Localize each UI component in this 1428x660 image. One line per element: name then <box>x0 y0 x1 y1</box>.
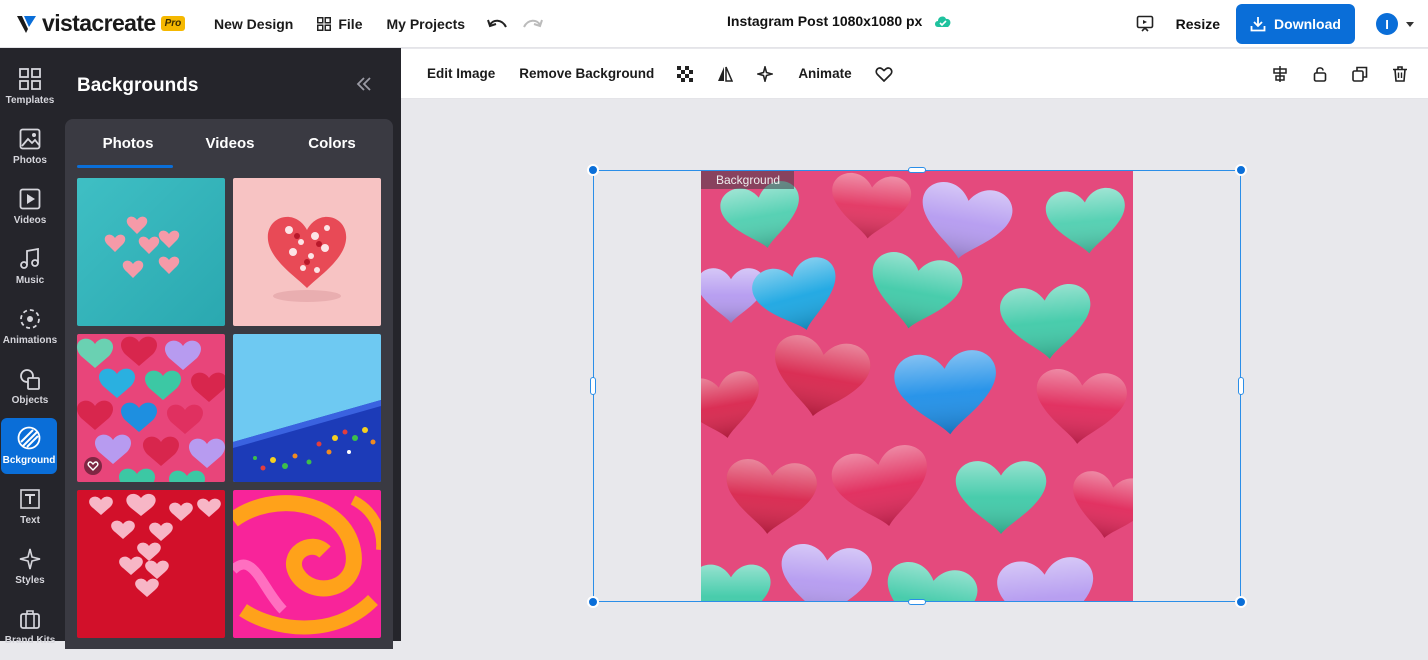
resize-button[interactable]: Resize <box>1176 16 1220 32</box>
sidebar-item-label: Templates <box>5 95 55 106</box>
photos-icon <box>19 128 41 150</box>
tab-colors[interactable]: Colors <box>281 119 383 167</box>
resize-handle-top[interactable] <box>908 167 926 173</box>
sidebar-item-label: Photos <box>13 155 47 166</box>
new-design-menu[interactable]: New Design <box>214 16 293 32</box>
sidebar-item-label: Styles <box>15 575 45 586</box>
tab-photos[interactable]: Photos <box>77 119 179 168</box>
objects-icon <box>20 369 40 390</box>
sidebar-item-background[interactable]: Bckground <box>1 418 57 474</box>
panel-title: Backgrounds <box>77 75 199 96</box>
thumb-foil-chocolate-hearts[interactable] <box>77 334 225 482</box>
resize-handle-bottom[interactable] <box>908 599 926 605</box>
templates-icon <box>19 68 41 90</box>
collapse-panel-icon[interactable] <box>356 76 372 92</box>
resize-handle-top-left[interactable] <box>587 164 599 176</box>
transparency-icon <box>677 65 694 82</box>
redo-icon[interactable] <box>521 17 544 31</box>
favorite-button[interactable] <box>875 66 893 82</box>
trash-icon[interactable] <box>1392 65 1408 82</box>
thumb-blue-sprinkles[interactable] <box>233 334 381 482</box>
styles-icon <box>19 548 41 570</box>
resize-handle-bottom-left[interactable] <box>587 596 599 608</box>
download-icon <box>1250 17 1266 32</box>
resize-handle-left[interactable] <box>590 377 596 395</box>
duplicate-icon[interactable] <box>1352 66 1368 82</box>
history-controls <box>487 17 544 31</box>
panel-tabs: Photos Videos Colors <box>77 119 383 168</box>
align-icon[interactable] <box>1272 65 1288 82</box>
sidebar-item-label: Music <box>15 275 45 286</box>
download-button[interactable]: Download <box>1236 4 1355 44</box>
thumb-pink-hearts-on-teal[interactable] <box>77 178 225 326</box>
music-icon <box>20 248 39 269</box>
my-projects-menu[interactable]: My Projects <box>386 16 465 32</box>
transparency-button[interactable] <box>677 65 694 82</box>
sidebar-item-brand-kits[interactable]: Brand Kits <box>0 600 60 660</box>
tab-videos[interactable]: Videos <box>179 119 281 167</box>
sidebar-item-music[interactable]: Music <box>0 240 60 300</box>
unlock-icon[interactable] <box>1312 66 1328 82</box>
cloud-saved-icon <box>935 16 951 27</box>
flip-button[interactable] <box>717 66 734 82</box>
undo-icon[interactable] <box>487 17 509 31</box>
left-rail: Templates Photos Videos Music Animations <box>0 48 60 646</box>
top-right-actions: Resize Download I <box>1136 0 1428 48</box>
sidebar-item-label: Bckground <box>2 455 56 466</box>
text-icon <box>20 489 40 509</box>
animate-button[interactable]: Animate <box>798 66 851 81</box>
arrange-controls <box>1272 65 1408 82</box>
download-button-label: Download <box>1274 16 1341 32</box>
file-menu-label: File <box>338 15 363 32</box>
vistacreate-logo-icon <box>17 15 36 33</box>
videos-icon <box>19 188 41 210</box>
top-bar: vistacreate Pro New Design File My Proje… <box>0 0 1428 48</box>
logo-text: vistacreate <box>42 10 156 36</box>
sidebar-item-objects[interactable]: Objects <box>0 360 60 420</box>
thumb-pink-orange-swirl[interactable] <box>233 490 381 638</box>
brand-kits-icon <box>20 610 40 629</box>
document-title-text: Instagram Post 1080x1080 px <box>727 13 923 29</box>
grid-icon <box>317 16 332 31</box>
canvas-area[interactable]: Background <box>401 99 1428 641</box>
sidebar-item-animations[interactable]: Animations <box>0 300 60 360</box>
flip-icon <box>718 66 734 82</box>
resize-handle-right[interactable] <box>1238 377 1244 395</box>
sidebar-item-label: Animations <box>2 335 58 346</box>
sidebar-item-label: Videos <box>13 215 47 226</box>
heart-icon <box>875 66 893 82</box>
sidebar-item-photos[interactable]: Photos <box>0 120 60 180</box>
thumb-candy-heart-on-pink[interactable] <box>233 178 381 326</box>
chevron-down-icon[interactable] <box>1406 21 1414 27</box>
sidebar-item-styles[interactable]: Styles <box>0 540 60 600</box>
context-toolbar: Edit Image Remove Background Animate <box>401 49 1428 99</box>
sidebar-item-text[interactable]: Text <box>0 480 60 540</box>
thumb-paper-hearts-on-red[interactable] <box>77 490 225 638</box>
edit-image-button[interactable]: Edit Image <box>427 66 495 81</box>
document-title[interactable]: Instagram Post 1080x1080 px <box>727 13 952 29</box>
resize-handle-top-right[interactable] <box>1235 164 1247 176</box>
sparkle-icon <box>757 65 774 82</box>
resize-handle-bottom-right[interactable] <box>1235 596 1247 608</box>
panel-card: Photos Videos Colors <box>65 119 393 649</box>
selection-box[interactable] <box>593 170 1241 602</box>
heart-favorite-icon[interactable] <box>84 457 102 475</box>
remove-background-button[interactable]: Remove Background <box>519 66 654 81</box>
user-avatar[interactable]: I <box>1376 13 1398 35</box>
pro-badge: Pro <box>160 16 186 31</box>
sidebar-item-videos[interactable]: Videos <box>0 180 60 240</box>
logo[interactable]: vistacreate Pro <box>16 10 198 37</box>
effects-button[interactable] <box>757 65 774 82</box>
background-icon <box>17 426 41 450</box>
animations-icon <box>20 309 40 329</box>
backgrounds-panel: Backgrounds Photos Videos Colors <box>60 48 401 649</box>
sidebar-item-label: Text <box>20 515 40 526</box>
sidebar-item-label: Objects <box>11 395 49 406</box>
sidebar-item-templates[interactable]: Templates <box>0 60 60 120</box>
file-menu[interactable]: File <box>317 16 362 32</box>
present-icon[interactable] <box>1136 15 1154 33</box>
